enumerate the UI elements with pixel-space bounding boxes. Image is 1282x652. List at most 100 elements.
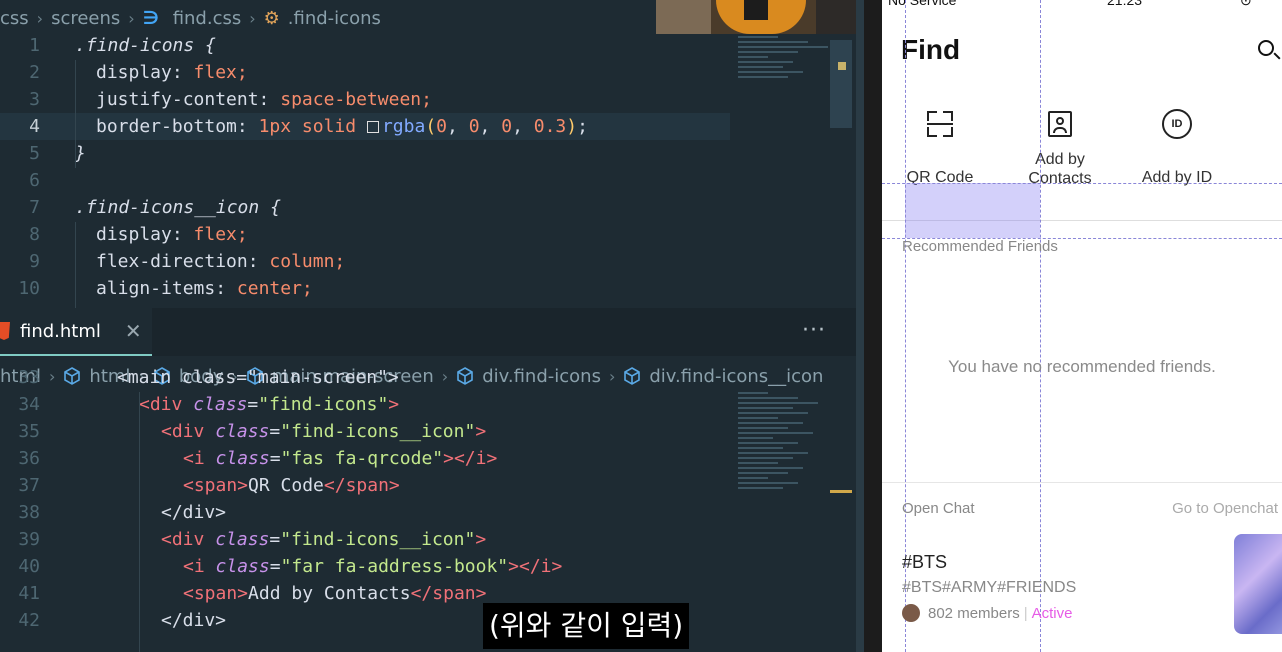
code-text: display: flex; [96, 224, 248, 245]
phone-simulator: No Service 21:23 ⊙ Find QR Code Add by C… [864, 0, 1282, 652]
inspector-guide [882, 183, 1282, 184]
html5-icon [0, 322, 10, 340]
chat-meta: 802 members | Active [902, 604, 1072, 622]
chat-name[interactable]: #BTS [902, 552, 947, 573]
line-number: 36 [18, 448, 40, 469]
line-number: 34 [18, 394, 40, 415]
line-number: 39 [18, 529, 40, 550]
color-swatch-icon[interactable] [366, 121, 379, 133]
tab-find-html[interactable]: find.html ✕ [0, 308, 152, 356]
minimap[interactable] [738, 392, 838, 652]
status-icon: ⊙ [1240, 0, 1252, 8]
indent-guide [75, 60, 76, 168]
code-line: 38 </div> [0, 499, 740, 526]
search-icon[interactable] [1258, 40, 1274, 56]
code-text: <div class="find-icons__icon"> [161, 529, 487, 550]
code-line: 1 .find-icons { [0, 32, 856, 59]
pane-divider[interactable] [856, 0, 864, 652]
code-line: 5} [0, 140, 856, 167]
code-line: 9 flex-direction: column; [0, 248, 856, 275]
minimap[interactable] [738, 36, 838, 116]
more-actions-icon[interactable]: ··· [802, 318, 826, 343]
line-number: 7 [29, 197, 40, 218]
line-number: 38 [18, 502, 40, 523]
html-editor-pane[interactable]: find.html ✕ ··· html › html › body › main.m… [0, 308, 856, 652]
code-line: 36 <i class="fas fa-qrcode"></i> [0, 445, 740, 472]
html-code-lines[interactable]: 33 <main class="main-screen"> 34 <div clas… [0, 367, 740, 634]
chat-thumbnail[interactable] [1234, 534, 1282, 634]
code-text: </div> [161, 502, 227, 523]
divider [882, 482, 1282, 483]
breadcrumb-item[interactable]: ∋ find.css [143, 7, 242, 29]
line-number: 37 [18, 475, 40, 496]
find-icon-add-by-id[interactable]: ID Add by ID [1140, 108, 1214, 187]
id-icon: ID [1162, 109, 1192, 139]
breadcrumb-item[interactable]: css [0, 8, 29, 29]
tab-label: find.html [20, 320, 101, 342]
line-number: 42 [18, 610, 40, 631]
code-text: <span>Add by Contacts</span> [183, 583, 487, 604]
qrcode-icon [927, 111, 953, 137]
code-text: <i class="far fa-address-book"></i> [183, 556, 563, 577]
line-number: 4 [29, 116, 40, 137]
code-line: 37 <span>QR Code</span> [0, 472, 740, 499]
code-text: align-items: center; [96, 278, 313, 299]
code-line: 6 [0, 167, 856, 194]
line-number: 2 [29, 62, 40, 83]
code-editor: css › screens › ∋ find.css › ⚙ .find-icons 1.… [0, 0, 856, 652]
section-label: Recommended Friends [902, 238, 1058, 255]
code-line: 2 display: flex; [0, 59, 856, 86]
css-code-lines[interactable]: 1 .find-icons { 2 display: flex; 3 justify-… [0, 32, 856, 302]
line-number: 6 [29, 170, 40, 191]
line-number: 5 [29, 143, 40, 164]
code-text: <div class="find-icons"> [139, 394, 400, 415]
scrollbar[interactable] [830, 40, 852, 128]
code-text: <div class="find-icons__icon"> [161, 421, 487, 442]
find-icon-add-by-contacts[interactable]: Add by Contacts [1020, 108, 1100, 188]
video-subtitle: (위와 같이 입력) [483, 603, 690, 649]
line-number: 35 [18, 421, 40, 442]
code-text: justify-content: space-between; [96, 89, 432, 110]
find-icon-qr-code[interactable]: QR Code [905, 108, 975, 187]
line-number: 8 [29, 224, 40, 245]
line-number: 40 [18, 556, 40, 577]
empty-message: You have no recommended friends. [948, 357, 1216, 376]
code-text: <i class="fas fa-qrcode"></i> [183, 448, 498, 469]
status-bar: No Service 21:23 ⊙ [888, 0, 1282, 8]
code-text: border-bottom: 1px solid rgba(0, 0, 0, 0… [96, 116, 588, 137]
line-number: 33 [18, 367, 40, 388]
symbol-class-icon: ⚙ [263, 7, 280, 29]
code-line: 10 align-items: center; [0, 275, 856, 302]
chevron-right-icon: › [36, 8, 44, 28]
address-book-icon [1048, 111, 1072, 137]
inspector-guide [1040, 0, 1041, 652]
breadcrumb-item[interactable]: ⚙ .find-icons [264, 8, 381, 29]
close-icon[interactable]: ✕ [125, 319, 142, 343]
line-number: 1 [29, 35, 40, 56]
chevron-right-icon: › [249, 8, 256, 28]
find-icon-invite[interactable]: In [1274, 108, 1282, 187]
css-editor-pane[interactable]: css › screens › ∋ find.css › ⚙ .find-icons 1.… [0, 0, 856, 308]
carrier-label: No Service [888, 0, 957, 8]
breadcrumb-symbol: .find-icons [287, 7, 381, 29]
page-title: Find [901, 34, 961, 65]
chat-tags: #BTS#ARMY#FRIENDS [902, 579, 1077, 596]
line-number: 3 [29, 89, 40, 110]
member-count: 802 members [928, 604, 1020, 622]
code-line: 34 <div class="find-icons"> [0, 391, 740, 418]
code-line: 39 <div class="find-icons__icon"> [0, 526, 740, 553]
go-to-openchat-link[interactable]: Go to Openchat [1172, 500, 1278, 517]
breadcrumb-file: find.css [172, 7, 242, 29]
code-text: .find-icons__icon { [75, 197, 281, 218]
code-line: 35 <div class="find-icons__icon"> [0, 418, 740, 445]
code-line: 3 justify-content: space-between; [0, 86, 856, 113]
indent-guide [139, 392, 140, 652]
code-line: 8 display: flex; [0, 221, 856, 248]
phone-screen: No Service 21:23 ⊙ Find QR Code Add by C… [882, 0, 1282, 652]
breadcrumb-item[interactable]: screens [51, 8, 120, 29]
chevron-right-icon: › [128, 8, 135, 28]
code-line: 40 <i class="far fa-address-book"></i> [0, 553, 740, 580]
section-label: Open Chat [902, 500, 975, 517]
code-text: <span>QR Code</span> [183, 475, 400, 496]
scrollbar-marker[interactable] [830, 490, 852, 493]
